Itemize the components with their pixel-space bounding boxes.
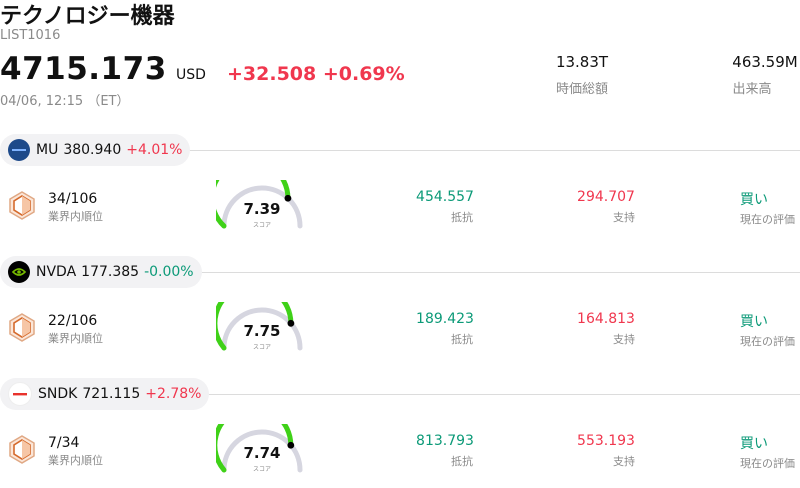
industry-rank-icon [9,435,35,464]
resistance-value: 189.423 [416,311,474,327]
stock-price: 380.940 [63,142,122,158]
index-change: +32.508 +0.69% [227,63,405,85]
score-value: 7.39 [243,200,281,218]
ticker: NVDA [36,264,77,280]
stock-change: +2.78% [145,386,202,402]
score-label: スコア [252,222,271,229]
volume-value: 463.59M [732,53,798,71]
market-cap-value: 13.83T [555,53,609,71]
resistance-value: 454.557 [416,189,474,205]
support-label: 支持 [613,333,635,346]
industry-rank-label: 業界内順位 [48,210,103,223]
currency-label: USD [176,67,206,83]
industry-rank-icon [9,191,35,220]
ticker: SNDK [38,386,78,402]
stock-change: +4.01% [126,142,183,158]
nvidia-logo-icon [8,261,30,283]
evaluation-value: 買い [740,314,768,330]
page-title: テクノロジー機器 [0,4,175,29]
industry-rank-icon [9,313,35,342]
sandisk-logo-icon [8,382,32,406]
stock-chip[interactable]: NVDA 177.385 -0.00% [0,256,202,288]
market-cap-label: 時価総額 [555,82,608,97]
score-value: 7.74 [243,444,281,462]
support-label: 支持 [613,211,635,224]
score-label: スコア [252,466,271,473]
evaluation-label: 現在の評価 [740,213,795,226]
industry-rank-label: 業界内順位 [48,332,103,345]
row-divider [185,150,800,151]
resistance-label: 抵抗 [451,333,473,346]
stock-chip[interactable]: MU 380.940 +4.01% [0,134,191,166]
stock-price: 177.385 [81,264,140,280]
row-divider [185,272,800,273]
score-value: 7.75 [243,322,281,340]
resistance-label: 抵抗 [451,211,473,224]
resistance-value: 813.793 [416,433,474,449]
support-value: 164.813 [577,311,635,327]
index-code: LIST1016 [0,28,61,43]
timestamp: 04/06, 12:15 （ET） [0,94,130,109]
support-value: 294.707 [577,189,635,205]
ticker: MU [36,142,59,158]
support-label: 支持 [613,455,635,468]
industry-rank: 22/106 [48,313,98,329]
index-price: 4715.173 [0,51,167,87]
stock-price: 721.115 [82,386,141,402]
support-value: 553.193 [577,433,635,449]
stock-change: -0.00% [144,264,194,280]
industry-rank: 34/106 [48,191,98,207]
evaluation-label: 現在の評価 [740,457,795,470]
evaluation-value: 買い [740,436,768,452]
industry-rank-label: 業界内順位 [48,454,103,467]
evaluation-label: 現在の評価 [740,335,795,348]
score-label: スコア [252,344,271,351]
row-divider [185,394,800,395]
evaluation-value: 買い [740,192,768,208]
volume-label: 出来高 [732,82,772,97]
resistance-label: 抵抗 [451,455,473,468]
stock-chip[interactable]: SNDK 721.115 +2.78% [0,378,210,410]
micron-logo-icon [8,139,30,161]
industry-rank: 7/34 [48,435,80,451]
